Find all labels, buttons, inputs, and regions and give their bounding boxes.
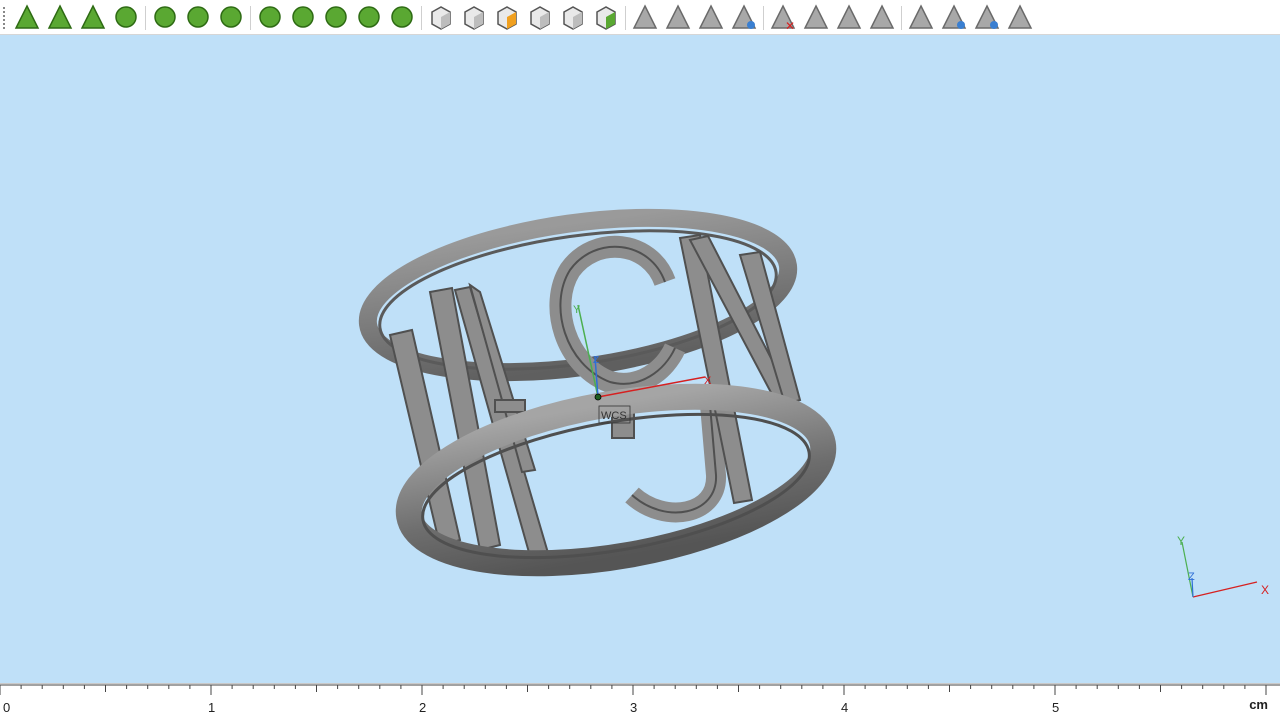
wcs-y-label: Y (573, 304, 581, 316)
ruler-tick-label: 5 (1052, 700, 1060, 715)
wcs-x-label: X (704, 375, 712, 387)
star-wheel-icon[interactable] (387, 2, 417, 32)
triangle-blue-icon[interactable] (729, 2, 759, 32)
triangle-flat-icon[interactable] (1005, 2, 1035, 32)
ruler-tick-label: 0 (3, 700, 11, 715)
edge-select-icon[interactable] (78, 2, 108, 32)
box-outline-icon[interactable] (525, 2, 555, 32)
box-render-icon[interactable] (558, 2, 588, 32)
triangle-wave-icon[interactable] (939, 2, 969, 32)
box-select-icon[interactable] (459, 2, 489, 32)
3d-viewport[interactable]: X Y Z WCS X Y Z (0, 35, 1280, 683)
box-color-icon[interactable] (492, 2, 522, 32)
svg-text:✕: ✕ (785, 19, 795, 32)
select-icon[interactable] (12, 2, 42, 32)
triangle-delete-icon[interactable]: ✕ (768, 2, 798, 32)
toolbar-separator (763, 6, 764, 30)
triangle-eye-icon[interactable] (906, 2, 936, 32)
triangle-icon[interactable] (630, 2, 660, 32)
main-toolbar: ✕ (0, 0, 1280, 35)
wheel-icon[interactable] (354, 2, 384, 32)
ruler-tick-label: 4 (841, 700, 849, 715)
box-green-icon[interactable] (591, 2, 621, 32)
curve-select-icon[interactable] (216, 2, 246, 32)
triad-y-label: Y (1177, 534, 1185, 548)
triangle-slice-icon[interactable] (867, 2, 897, 32)
triangle-blue-dot-icon[interactable] (972, 2, 1002, 32)
rect-select-icon[interactable] (150, 2, 180, 32)
toolbar-separator (625, 6, 626, 30)
ruler-unit-label: cm (1249, 697, 1268, 712)
triangle-arrow-icon[interactable] (696, 2, 726, 32)
toolbar-separator (250, 6, 251, 30)
triad-z-label: Z (1188, 571, 1195, 583)
scale-ruler: 0 1 2 3 4 5 cm (0, 683, 1280, 723)
triangle-edit-icon[interactable] (663, 2, 693, 32)
wcs-z-label: Z (593, 355, 599, 366)
face-select-icon[interactable] (45, 2, 75, 32)
ruler-tick-label: 1 (208, 700, 216, 715)
gear-shape-icon[interactable] (321, 2, 351, 32)
letter-j[interactable] (625, 404, 726, 523)
mesh-select-icon[interactable] (255, 2, 285, 32)
wcs-label: WCS (601, 410, 627, 422)
sphere-select-icon[interactable] (111, 2, 141, 32)
blob-select-icon[interactable] (183, 2, 213, 32)
ruler-tick-label: 2 (419, 700, 427, 715)
shape-icon[interactable] (288, 2, 318, 32)
triad-x-label: X (1261, 583, 1269, 597)
toolbar-grip[interactable] (3, 7, 7, 29)
box-icon[interactable] (426, 2, 456, 32)
triangle-copy-icon[interactable] (834, 2, 864, 32)
view-orientation-triad[interactable]: X Y Z (1177, 534, 1269, 598)
ruler-tick-label: 3 (630, 700, 638, 715)
toolbar-separator (421, 6, 422, 30)
viewport-canvas[interactable]: X Y Z WCS X Y Z (0, 35, 1280, 683)
triangle-hatch-icon[interactable] (801, 2, 831, 32)
toolbar-separator (145, 6, 146, 30)
toolbar-separator (901, 6, 902, 30)
